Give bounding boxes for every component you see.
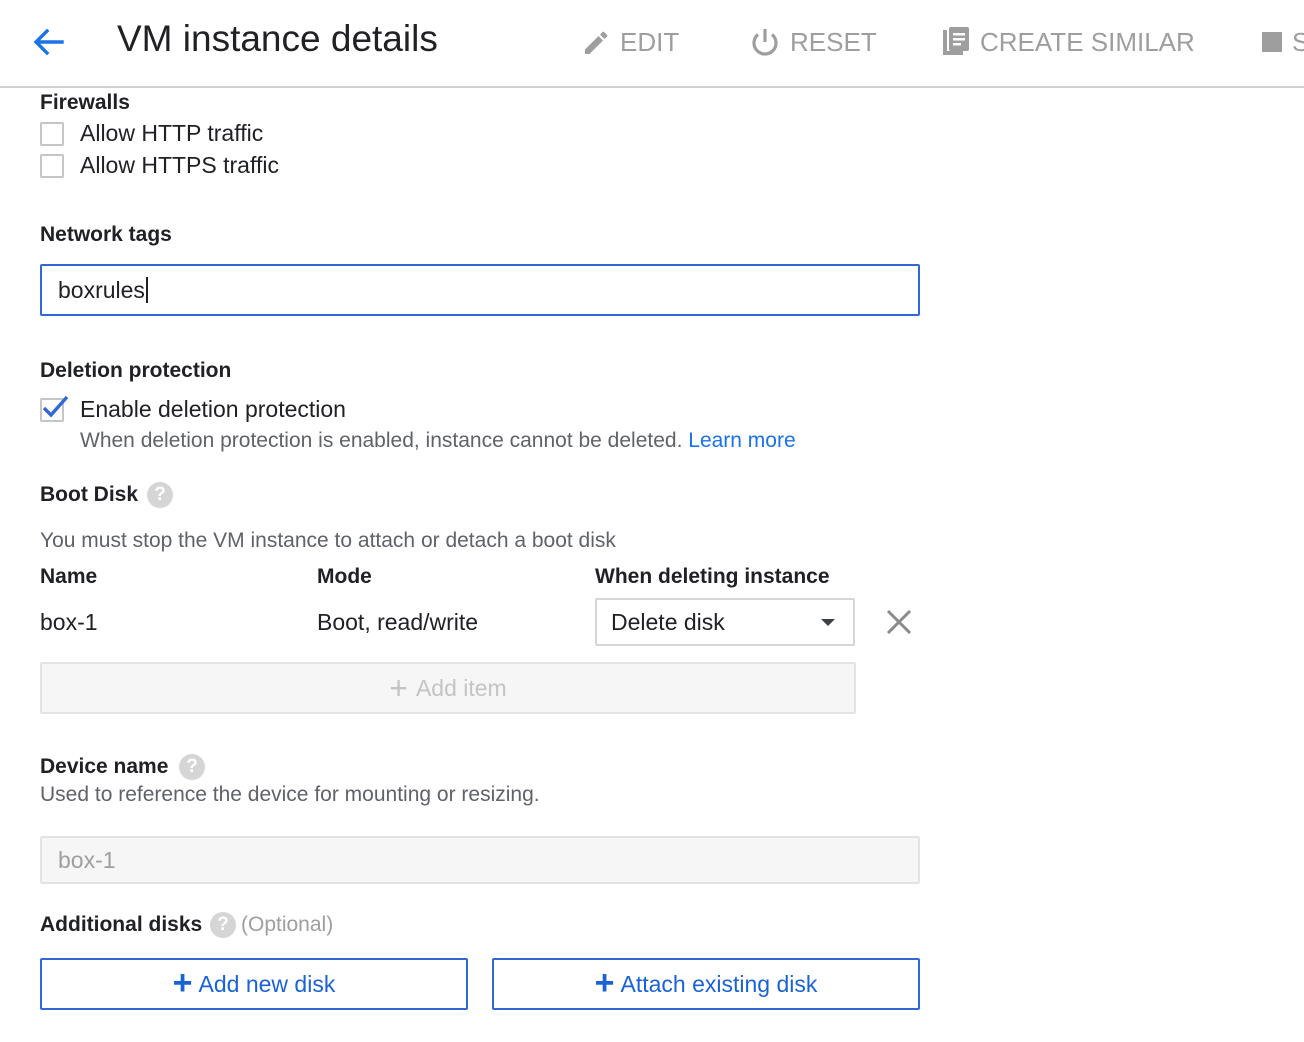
back-arrow-icon[interactable] <box>28 22 68 62</box>
when-deleting-value: Delete disk <box>611 608 725 635</box>
plus-icon: + <box>594 964 615 1002</box>
learn-more-link[interactable]: Learn more <box>688 429 795 452</box>
boot-disk-mode: Boot, read/write <box>317 609 479 635</box>
power-icon <box>752 29 778 56</box>
dropdown-arrow-icon <box>821 619 835 626</box>
when-deleting-select[interactable]: Delete disk <box>595 598 855 646</box>
allow-https-checkbox-row[interactable]: Allow HTTPS traffic <box>40 152 279 179</box>
add-new-disk-button[interactable]: + Add new disk <box>40 958 468 1010</box>
allow-https-label: Allow HTTPS traffic <box>80 152 279 178</box>
help-icon[interactable]: ? <box>147 482 173 508</box>
edit-button[interactable]: EDIT <box>580 22 679 62</box>
boot-disk-name: box-1 <box>40 609 98 635</box>
optional-label: (Optional) <box>241 913 334 936</box>
plus-icon: + <box>389 669 408 706</box>
allow-https-checkbox[interactable] <box>40 153 64 178</box>
add-item-button: + Add item <box>40 662 856 714</box>
device-name-value: box-1 <box>58 846 116 873</box>
allow-http-checkbox[interactable] <box>40 121 64 146</box>
deletion-protection-help-text: When deletion protection is enabled, ins… <box>80 429 683 452</box>
text-cursor <box>145 277 148 303</box>
top-toolbar: VM instance details EDIT RESET CREATE SI… <box>0 0 1304 88</box>
device-name-title: Device name <box>40 755 169 778</box>
device-name-input: box-1 <box>40 836 920 884</box>
help-icon[interactable]: ? <box>179 754 205 780</box>
column-header-when-deleting: When deleting instance <box>595 565 830 588</box>
boot-disk-note: You must stop the VM instance to attach … <box>40 529 616 552</box>
network-tags-value: boxrules <box>58 276 145 303</box>
deletion-protection-checkbox-row[interactable]: Enable deletion protection <box>40 395 346 423</box>
attach-existing-disk-button[interactable]: + Attach existing disk <box>492 958 920 1010</box>
additional-disks-title: Additional disks <box>40 913 203 936</box>
boot-disk-title: Boot Disk <box>40 483 139 506</box>
network-tags-title: Network tags <box>40 223 172 246</box>
column-header-name: Name <box>40 565 98 588</box>
reset-button[interactable]: RESET <box>748 22 877 62</box>
plus-icon: + <box>172 964 193 1002</box>
checkmark-icon <box>42 395 69 417</box>
help-icon[interactable]: ? <box>210 912 236 938</box>
deletion-protection-title: Deletion protection <box>40 359 232 382</box>
firewalls-title: Firewalls <box>40 91 130 114</box>
reset-label: RESET <box>790 26 877 57</box>
create-similar-button[interactable]: CREATE SIMILAR <box>940 22 1195 62</box>
create-similar-label: CREATE SIMILAR <box>980 26 1195 57</box>
pencil-icon <box>585 31 608 54</box>
stop-button[interactable]: S <box>1260 22 1304 62</box>
clipboard-copy-icon <box>943 27 969 55</box>
attach-existing-disk-label: Attach existing disk <box>620 970 818 997</box>
stop-icon <box>1262 32 1282 52</box>
network-tags-input[interactable]: boxrules <box>40 264 920 316</box>
allow-http-label: Allow HTTP traffic <box>80 120 264 146</box>
allow-http-checkbox-row[interactable]: Allow HTTP traffic <box>40 120 263 147</box>
add-new-disk-label: Add new disk <box>198 970 336 997</box>
add-item-label: Add item <box>415 674 507 701</box>
page-title: VM instance details <box>117 18 438 59</box>
close-icon <box>886 609 912 635</box>
edit-label: EDIT <box>620 26 680 57</box>
device-name-description: Used to reference the device for mountin… <box>40 783 540 806</box>
remove-disk-button[interactable] <box>884 607 914 637</box>
stop-label: S <box>1292 26 1304 57</box>
deletion-protection-description: When deletion protection is enabled, ins… <box>80 429 796 453</box>
column-header-mode: Mode <box>317 565 372 588</box>
deletion-protection-checkbox[interactable] <box>40 395 69 422</box>
deletion-protection-label: Enable deletion protection <box>80 396 346 422</box>
